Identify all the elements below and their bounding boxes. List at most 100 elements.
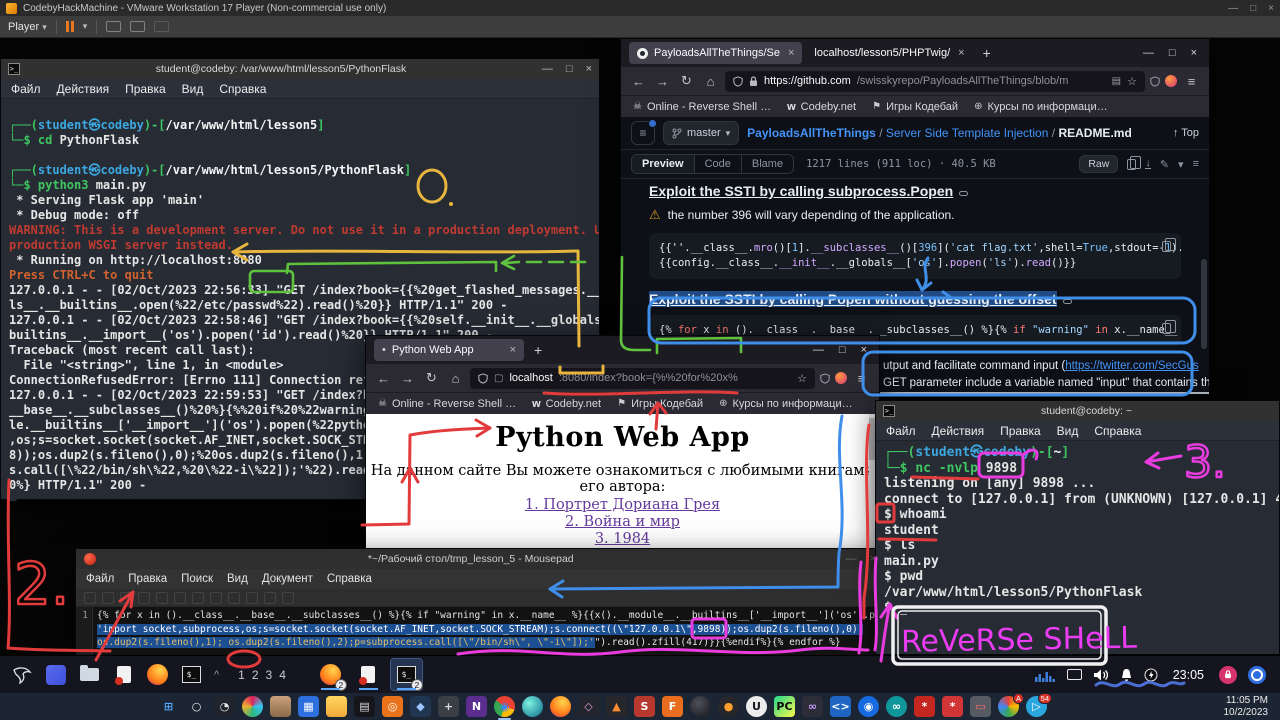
workspace-1[interactable]: 1 <box>238 668 245 682</box>
player-menu[interactable]: Player ▾ <box>8 21 47 33</box>
tab-code[interactable]: Code <box>695 155 742 173</box>
mousepad-editor[interactable]: 1 {% for x in ().__class__.__base__.__su… <box>76 607 884 655</box>
edit-pencil-icon[interactable]: ✎ <box>1160 158 1169 171</box>
chrome[interactable]: ◉ <box>494 696 515 717</box>
running-mousepad[interactable] <box>353 659 384 690</box>
menu-file[interactable]: Файл <box>86 573 114 585</box>
find-icon[interactable] <box>264 592 276 604</box>
bookmark-reverse-shell[interactable]: ☠Online - Reverse Shell … <box>378 398 516 410</box>
bookmark-courses[interactable]: ⊕Курсы по информаци… <box>974 101 1108 113</box>
menu-search[interactable]: Поиск <box>181 573 213 585</box>
menu-view[interactable]: Вид <box>227 573 248 585</box>
status-tray-icon[interactable] <box>1248 666 1266 684</box>
tab-preview[interactable]: Preview <box>632 155 695 173</box>
menu-actions[interactable]: Действия <box>932 424 985 438</box>
book-link-2[interactable]: 2. Война и мир <box>366 514 879 531</box>
app-portrait[interactable] <box>270 696 291 717</box>
home-icon[interactable]: ⌂ <box>446 371 465 386</box>
copy-code-icon[interactable] <box>1162 241 1171 252</box>
app-carrot[interactable]: ▲ <box>606 696 627 717</box>
app-s[interactable]: S <box>634 696 655 717</box>
volume-icon[interactable] <box>1093 668 1109 682</box>
menu-hamburger-icon[interactable]: ≡ <box>1182 74 1201 89</box>
app-dashboard[interactable]: ◔ <box>214 696 235 717</box>
tab-blame[interactable]: Blame <box>742 155 793 173</box>
forward-icon[interactable]: → <box>398 371 417 386</box>
running-firefox[interactable]: 2 <box>315 659 346 690</box>
power-manager-icon[interactable] <box>1144 668 1158 682</box>
workspace-3[interactable]: 3 <box>266 668 273 682</box>
tab-python-web-app[interactable]: • Python Web App × <box>374 339 524 361</box>
menu-edit[interactable]: Правка <box>125 82 166 96</box>
maximize-button[interactable]: □ <box>1169 47 1176 59</box>
bookmark-codeby[interactable]: wCodeby.net <box>787 101 856 113</box>
reload-icon[interactable]: ↻ <box>422 370 441 386</box>
scrollbar-thumb[interactable] <box>1201 259 1207 349</box>
anchor-link-icon[interactable] <box>959 191 968 196</box>
book-link-3[interactable]: 3. 1984 <box>366 531 879 548</box>
onenote[interactable]: N <box>466 696 487 717</box>
close-tab-icon[interactable]: × <box>958 47 964 59</box>
back-icon[interactable]: ← <box>374 371 393 386</box>
menu-hamburger-icon[interactable]: ≡ <box>852 371 871 386</box>
firefox-account-icon[interactable] <box>1165 75 1177 87</box>
fullscreen-button[interactable] <box>130 21 145 32</box>
extension-shield-icon[interactable] <box>820 373 830 384</box>
windows-clock[interactable]: 11:05 PM 10/2/2023 <box>1224 695 1280 718</box>
file-manager-icon[interactable] <box>76 661 103 688</box>
paste-icon[interactable] <box>246 592 258 604</box>
menu-edit[interactable]: Правка <box>128 573 167 585</box>
notifications-bell-icon[interactable] <box>1120 668 1133 682</box>
sidebar-toggle-icon[interactable]: ≡ <box>631 121 655 145</box>
edge[interactable] <box>522 696 543 717</box>
copy-icon[interactable] <box>228 592 240 604</box>
maps[interactable]: ◉ <box>858 696 879 717</box>
maximize-button[interactable]: □ <box>839 344 846 356</box>
copy-raw-icon[interactable] <box>1127 159 1136 170</box>
new-file-icon[interactable] <box>84 592 96 604</box>
bookmark-codeby[interactable]: wCodeby.net <box>532 398 601 410</box>
telegram[interactable]: ▷54 <box>1026 696 1047 717</box>
bookmark-star-icon[interactable]: ☆ <box>1127 75 1137 88</box>
close-button[interactable]: × <box>861 344 867 356</box>
book-link-1[interactable]: 1. Портрет Дориана Грея <box>366 497 879 514</box>
show-desktop-icon[interactable] <box>42 661 69 688</box>
close-file-icon[interactable] <box>156 592 168 604</box>
menu-file[interactable]: Файл <box>886 424 916 438</box>
firefox-account-icon[interactable] <box>835 372 847 384</box>
vmware-minimize-button[interactable]: — <box>1228 3 1238 14</box>
bookmark-games[interactable]: ⚑Игры Кодебай <box>617 398 703 410</box>
menu-help[interactable]: Справка <box>219 82 266 96</box>
firefox-launcher-icon[interactable] <box>144 661 171 688</box>
download-icon[interactable]: ↓ <box>1145 159 1151 169</box>
workspace-2[interactable]: 2 <box>252 668 259 682</box>
back-icon[interactable]: ← <box>629 74 648 89</box>
unreal[interactable]: U <box>746 696 767 717</box>
menu-file[interactable]: Файл <box>11 82 41 96</box>
firefox[interactable] <box>550 696 571 717</box>
redo-icon[interactable] <box>192 592 204 604</box>
bookmark-games[interactable]: ⚑Игры Кодебай <box>872 101 958 113</box>
arduino[interactable]: ∞ <box>886 696 907 717</box>
display-settings-icon[interactable] <box>1067 669 1082 680</box>
menu-view[interactable]: Вид <box>1057 424 1079 438</box>
search-icon[interactable]: ○ <box>186 696 207 717</box>
reload-icon[interactable]: ↻ <box>677 73 696 89</box>
mousepad-titlebar[interactable]: *~/Рабочий стол/tmp_lesson_5 - Mousepad … <box>76 549 884 569</box>
app-calendar[interactable]: ▦ <box>298 696 319 717</box>
tab-localhost-phptwig[interactable]: localhost/lesson5/PHPTwig/ × <box>806 42 972 64</box>
minimize-button[interactable]: — <box>1143 47 1154 59</box>
forward-icon[interactable]: → <box>653 74 672 89</box>
menu-help[interactable]: Справка <box>1094 424 1141 438</box>
terminal-flask-titlebar[interactable]: >_ student@codeby: /var/www/html/lesson5… <box>1 59 599 79</box>
url-bar[interactable]: https://github.com/swisskyrepo/PayloadsA… <box>725 71 1145 92</box>
vmware-maximize-button[interactable]: □ <box>1250 3 1256 14</box>
minimize-button[interactable]: — <box>542 63 553 75</box>
pause-dropdown-icon[interactable]: ▾ <box>83 21 88 32</box>
close-tab-icon[interactable]: × <box>788 47 794 59</box>
extension-shield-icon[interactable] <box>1150 76 1160 87</box>
close-button[interactable]: × <box>1191 47 1197 59</box>
mousepad-launcher-icon[interactable] <box>110 661 137 688</box>
url-bar[interactable]: ▢ localhost:8080/index?book={%%20for%20x… <box>470 368 815 389</box>
bookmark-courses[interactable]: ⊕Курсы по информаци… <box>719 398 853 410</box>
